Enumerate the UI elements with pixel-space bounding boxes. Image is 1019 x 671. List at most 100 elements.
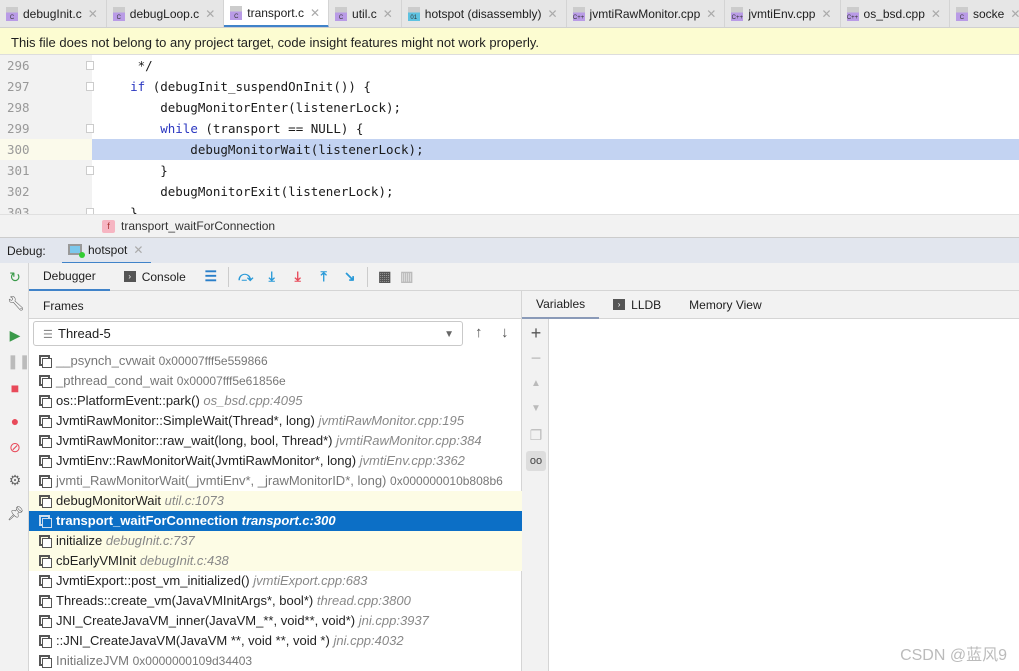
close-icon[interactable]: ✕ (310, 6, 320, 20)
close-icon[interactable]: ✕ (88, 7, 98, 21)
tab-memory-view[interactable]: Memory View (675, 291, 775, 319)
tab-jvmtienv-cpp[interactable]: C++ jvmtiEnv.cpp ✕ (725, 0, 841, 27)
run-to-cursor-icon[interactable]: ↘ (339, 266, 361, 288)
layout-icon[interactable]: ☰ (200, 266, 222, 288)
previous-frame-arrow-icon[interactable]: ↑ (475, 324, 483, 341)
remove-watch-icon[interactable]: − (526, 348, 546, 368)
tab-debugloop-c[interactable]: CdebugLoop.c ✕ (106, 0, 225, 27)
close-icon[interactable]: ✕ (133, 243, 143, 257)
close-icon[interactable]: ✕ (383, 7, 393, 21)
frame-name: JvmtiExport::post_vm_initialized() (56, 573, 250, 588)
frame-item[interactable]: _pthread_cond_wait 0x00007fff5e61856e (29, 371, 522, 391)
close-icon[interactable]: ✕ (1010, 7, 1019, 21)
code-line[interactable]: 300 debugMonitorWait(listenerLock); (0, 139, 1019, 160)
tab-os-bsd-cpp[interactable]: C++ os_bsd.cpp ✕ (840, 0, 950, 27)
frame-item[interactable]: debugMonitorWait util.c:1073 (29, 491, 522, 511)
add-watch-icon[interactable]: + (526, 323, 546, 343)
code-line[interactable]: 301 } (0, 160, 1019, 181)
mute-breakpoints-icon[interactable]: ⊘ (7, 439, 23, 455)
close-icon[interactable]: ✕ (706, 7, 716, 21)
fold-marker-icon[interactable] (86, 124, 94, 133)
frame-item[interactable]: ::JNI_CreateJavaVM(JavaVM **, void **, v… (29, 631, 522, 651)
watches-glasses-icon[interactable]: oo (526, 451, 546, 471)
tab-variables[interactable]: Variables (522, 291, 600, 319)
frame-name: JNI_CreateJavaVM_inner(JavaVM_**, void**… (56, 613, 356, 628)
close-icon[interactable]: ✕ (205, 7, 215, 21)
pin-icon[interactable]: 📌︎ (7, 505, 25, 521)
c-file-icon: C (230, 5, 243, 20)
frame-item[interactable]: cbEarlyVMInit debugInit.c:438 (29, 551, 522, 571)
frame-item[interactable]: JvmtiEnv::RawMonitorWait(JvmtiRawMonitor… (29, 451, 522, 471)
frame-item[interactable]: jvmti_RawMonitorWait(_jvmtiEnv*, _jrawMo… (29, 471, 522, 491)
tab-hotspot-disassembly-[interactable]: 01 hotspot (disassembly) ✕ (401, 0, 567, 27)
line-number[interactable]: 296 (0, 55, 94, 76)
step-into-icon[interactable]: ⤓ (261, 266, 283, 288)
frame-item[interactable]: Threads::create_vm(JavaVMInitArgs*, bool… (29, 591, 522, 611)
gear-icon[interactable]: ⚙ (7, 472, 23, 488)
breadcrumb-function[interactable]: transport_waitForConnection (121, 219, 275, 233)
thread-icon: ☰ (43, 329, 53, 341)
frame-item[interactable]: transport_waitForConnection transport.c:… (29, 511, 522, 531)
force-step-into-icon[interactable]: ⤓ (287, 266, 309, 288)
tab-label: os_bsd.cpp (863, 7, 925, 21)
move-down-icon[interactable]: ▼ (526, 399, 546, 419)
tab-transport-c[interactable]: Ctransport.c ✕ (224, 0, 330, 27)
tab-socke[interactable]: Csocke ✕ (949, 0, 1019, 27)
tab-hotspot-session[interactable]: hotspot ✕ (62, 238, 152, 264)
frame-location: debugInit.c:737 (105, 533, 195, 548)
resume-icon[interactable]: ▶ (7, 327, 23, 343)
rerun-icon[interactable]: ↻ (7, 269, 23, 285)
line-number[interactable]: 298 (0, 97, 92, 118)
close-icon[interactable]: ✕ (547, 7, 557, 21)
code-line[interactable]: 297 if (debugInit_suspendOnInit()) { (0, 76, 1019, 97)
fold-marker-icon[interactable] (86, 166, 94, 175)
frame-item[interactable]: JvmtiRawMonitor::SimpleWait(Thread*, lon… (29, 411, 522, 431)
breadcrumb[interactable]: f transport_waitForConnection (0, 214, 1019, 237)
thread-select[interactable]: ☰ Thread-5 ▼ (33, 321, 463, 346)
frame-item[interactable]: JNI_CreateJavaVM_inner(JavaVM_**, void**… (29, 611, 522, 631)
close-icon[interactable]: ✕ (931, 7, 941, 21)
evaluate-expression-icon[interactable]: ▦ (374, 266, 396, 288)
settings-wrench-icon[interactable]: 🔧︎ (7, 295, 25, 311)
step-over-icon[interactable]: ⤼ (235, 266, 257, 288)
line-number[interactable]: 300 (0, 139, 92, 160)
tab-lldb[interactable]: › LLDB (599, 291, 675, 319)
copy-icon[interactable]: ❐ (526, 425, 546, 445)
view-breakpoints-icon[interactable]: ● (7, 413, 23, 429)
close-icon[interactable]: ✕ (821, 7, 831, 21)
code-line[interactable]: 299 while (transport == NULL) { (0, 118, 1019, 139)
stop-icon[interactable]: ■ (7, 380, 23, 396)
move-up-icon[interactable]: ▲ (526, 374, 546, 394)
pause-icon[interactable]: ❚❚ (7, 353, 30, 369)
tab-jvmtirawmonitor-cpp[interactable]: C++ jvmtiRawMonitor.cpp ✕ (566, 0, 726, 27)
frame-item[interactable]: JvmtiExport::post_vm_initialized() jvmti… (29, 571, 522, 591)
tab-util-c[interactable]: Cutil.c ✕ (329, 0, 402, 27)
step-out-icon[interactable]: ⤒ (313, 266, 335, 288)
frames-panel: Frames ☰ Thread-5 ▼ ↑ ↓ __psynch_cvwait 0x… (29, 291, 522, 671)
code-line[interactable]: 303 } (0, 202, 1019, 214)
line-number[interactable]: 301 (0, 160, 94, 181)
frame-item[interactable]: os::PlatformEvent::park() os_bsd.cpp:409… (29, 391, 522, 411)
code-line[interactable]: 298 debugMonitorEnter(listenerLock); (0, 97, 1019, 118)
line-number[interactable]: 299 (0, 118, 94, 139)
fold-marker-icon[interactable] (86, 82, 94, 91)
frame-item[interactable]: initialize debugInit.c:737 (29, 531, 522, 551)
line-number-text: 303 (7, 205, 30, 214)
code-line[interactable]: 296 */ (0, 55, 1019, 76)
tab-debuginit-c[interactable]: CdebugInit.c ✕ (0, 0, 107, 27)
line-number[interactable]: 303 (0, 202, 94, 214)
trace-icon[interactable]: ▥ (396, 266, 418, 288)
tab-debugger[interactable]: Debugger (29, 263, 110, 291)
code-editor[interactable]: 296 */297 if (debugInit_suspendOnInit())… (0, 55, 1019, 214)
code-line[interactable]: 302 debugMonitorExit(listenerLock); (0, 181, 1019, 202)
frame-item[interactable]: JvmtiRawMonitor::raw_wait(long, bool, Th… (29, 431, 522, 451)
frame-item[interactable]: __psynch_cvwait 0x00007fff5e559866 (29, 351, 522, 371)
line-number[interactable]: 297 (0, 76, 94, 97)
tab-console[interactable]: › Console (110, 263, 200, 291)
frame-item[interactable]: InitializeJVM 0x0000000109d34403 (29, 651, 522, 671)
fold-marker-icon[interactable] (86, 61, 94, 70)
next-frame-arrow-icon[interactable]: ↓ (501, 324, 509, 341)
code-text: while (transport == NULL) { (92, 118, 1019, 139)
line-number[interactable]: 302 (0, 181, 92, 202)
code-text: debugMonitorExit(listenerLock); (92, 181, 1019, 202)
